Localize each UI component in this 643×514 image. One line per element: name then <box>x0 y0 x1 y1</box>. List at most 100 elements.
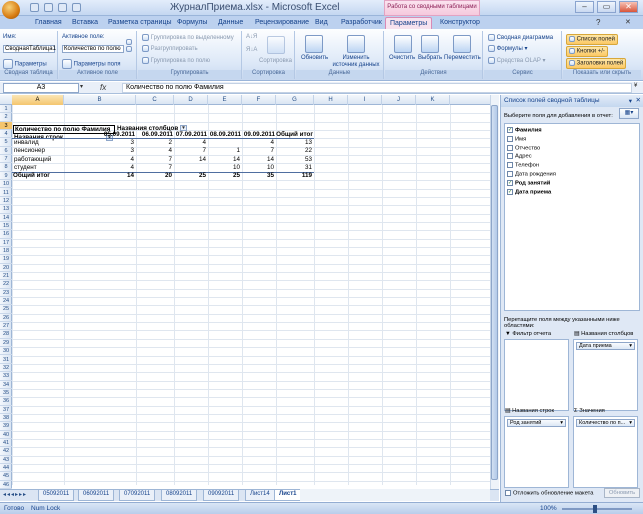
value-cell[interactable]: 10 <box>242 164 274 172</box>
field-settings-button[interactable]: Параметры поля <box>62 59 121 69</box>
field-item[interactable]: Имя <box>507 135 526 145</box>
pane-close-icon[interactable]: ✕ <box>636 96 641 104</box>
expand-collapse-icon[interactable] <box>126 39 133 57</box>
values-chip[interactable]: Количество по п... ▾ <box>576 419 635 427</box>
layout-options-button[interactable]: ▦▾ <box>619 108 639 119</box>
change-source-button[interactable]: Изменить источник данных <box>332 55 380 69</box>
headers-toggle[interactable]: Заголовки полей <box>566 58 627 69</box>
tab-home[interactable]: Главная <box>31 17 66 29</box>
value-cell[interactable]: 4 <box>136 147 172 155</box>
chip-dropdown-icon[interactable]: ▾ <box>629 343 632 349</box>
undo-icon[interactable] <box>44 3 53 12</box>
tab-design[interactable]: Конструктор <box>436 17 484 29</box>
value-cell[interactable]: 3 <box>64 147 134 155</box>
minimize-button[interactable]: – <box>575 1 594 13</box>
sort-az-icon[interactable]: А↓Я <box>246 34 257 40</box>
value-cell[interactable]: 14 <box>242 156 274 164</box>
field-item[interactable]: ✓ Фамилия <box>507 127 542 136</box>
grand-total-cell[interactable]: 20 <box>136 172 172 180</box>
cols-chip[interactable]: Дата приема ▾ <box>576 342 635 350</box>
value-cell[interactable]: 4 <box>64 156 134 164</box>
group-field-button[interactable]: Группировка по полю <box>142 57 210 64</box>
field-item[interactable]: ✓ Род занятий <box>507 179 550 189</box>
sheet-tab[interactable]: 07092011 <box>119 490 156 501</box>
name-box[interactable]: A3 <box>3 83 79 93</box>
field-item[interactable]: Телефон <box>507 162 539 171</box>
formula-input[interactable]: Количество по полю Фамилия <box>122 83 632 93</box>
close-button[interactable]: ✕ <box>619 1 638 13</box>
sheet-tab[interactable]: 05092011 <box>38 490 75 501</box>
quick-access-icon[interactable] <box>72 3 81 12</box>
values-area[interactable]: Количество по п... ▾ <box>573 416 638 488</box>
field-item[interactable]: Дата рождения <box>507 171 556 180</box>
zoom-thumb[interactable] <box>593 505 597 513</box>
value-cell[interactable]: 7 <box>136 156 172 164</box>
tab-insert[interactable]: Вставка <box>68 17 102 29</box>
grand-total-cell[interactable]: 35 <box>242 172 274 180</box>
group-selection-button[interactable]: Группировка по выделенному <box>142 34 234 41</box>
field-item[interactable]: Отчество <box>507 144 540 154</box>
value-cell[interactable]: 14 <box>208 156 240 164</box>
buttons-toggle[interactable]: Кнопки +/- <box>566 46 608 57</box>
sheet-tab[interactable]: 09092011 <box>203 490 240 501</box>
value-cell[interactable] <box>174 164 206 172</box>
pivot-params-button[interactable]: Параметры <box>3 59 47 69</box>
chip-dropdown-icon[interactable]: ▾ <box>560 420 563 426</box>
move-button[interactable]: Переместить <box>444 55 481 61</box>
value-cell[interactable]: 3 <box>64 139 134 147</box>
tab-view[interactable]: Вид <box>311 17 332 29</box>
save-icon[interactable] <box>30 3 39 12</box>
zoom-level[interactable]: 100% <box>540 505 557 512</box>
close-icon[interactable]: ✕ <box>625 18 631 26</box>
sheet-nav-icon[interactable]: ◂◂◂▸▸▸ <box>3 491 27 498</box>
redo-icon[interactable] <box>58 3 67 12</box>
scroll-thumb[interactable] <box>491 105 498 480</box>
zoom-slider[interactable] <box>562 508 632 510</box>
row-total-cell[interactable]: 53 <box>276 156 312 164</box>
sheet-tab[interactable]: Лист14 <box>245 490 275 501</box>
sort-za-icon[interactable]: Я↓А <box>246 47 257 53</box>
tab-formulas[interactable]: Формулы <box>173 17 211 29</box>
active-field-input[interactable]: Количество по полю <box>62 45 124 53</box>
pivot-chart-button[interactable]: Сводная диаграмма <box>488 34 553 41</box>
field-checkbox[interactable]: ✓ <box>507 188 513 195</box>
value-cell[interactable]: 7 <box>174 147 206 155</box>
olap-button[interactable]: Средства OLAP ▾ <box>488 57 546 64</box>
chip-dropdown-icon[interactable]: ▾ <box>629 420 632 426</box>
grand-total-cell[interactable]: 25 <box>174 172 206 180</box>
defer-update-checkbox[interactable]: Отложить обновление макета <box>505 490 594 497</box>
row-total-cell[interactable]: 22 <box>276 147 312 155</box>
update-button[interactable]: Обновить <box>604 488 640 498</box>
field-item[interactable]: ✓ Дата приема <box>507 188 551 198</box>
rows-chip[interactable]: Род занятий ▾ <box>507 419 566 427</box>
expand-formula-icon[interactable]: ¥ <box>634 83 637 89</box>
sheet-tab[interactable]: 06092011 <box>78 490 115 501</box>
worksheet-grid[interactable]: ABCDEFGHIJK 1 2 3 4 5 6 7 8 9 10 11 12 13 14 15 16 17 18 1… <box>0 95 490 489</box>
sheet-tab[interactable]: 08092011 <box>161 490 198 501</box>
value-cell[interactable]: 14 <box>174 156 206 164</box>
ungroup-button[interactable]: Разгруппировать <box>142 45 198 52</box>
field-checkbox[interactable]: ✓ <box>507 127 513 133</box>
row-total-cell[interactable]: 31 <box>276 164 312 172</box>
value-cell[interactable]: 7 <box>136 164 172 172</box>
field-checkbox[interactable] <box>507 162 513 169</box>
tab-developer[interactable]: Разработчик <box>337 17 386 29</box>
value-cell[interactable]: 4 <box>64 164 134 172</box>
field-item[interactable]: Адрес <box>507 153 532 162</box>
tab-review[interactable]: Рецензирование <box>251 17 313 29</box>
value-cell[interactable]: 7 <box>242 147 274 155</box>
name-box-dropdown-icon[interactable]: ▾ <box>80 83 83 90</box>
cols-area[interactable]: Дата приема ▾ <box>573 339 638 411</box>
pivot-name-input[interactable]: СводнаяТаблица1 <box>3 45 56 53</box>
tab-page-layout[interactable]: Разметка страницы <box>104 17 176 29</box>
refresh-button[interactable]: Обновить <box>301 55 328 61</box>
row-total-cell[interactable]: 13 <box>276 139 312 147</box>
value-cell[interactable]: 2 <box>136 139 172 147</box>
field-checkbox[interactable] <box>507 144 513 151</box>
field-checkbox[interactable] <box>507 135 513 142</box>
clear-button[interactable]: Очистить <box>389 55 415 61</box>
value-cell[interactable]: 1 <box>208 147 240 155</box>
formulas-button[interactable]: Формулы ▾ <box>488 45 527 52</box>
field-checkbox[interactable] <box>507 153 513 160</box>
filter-area[interactable] <box>504 339 569 411</box>
